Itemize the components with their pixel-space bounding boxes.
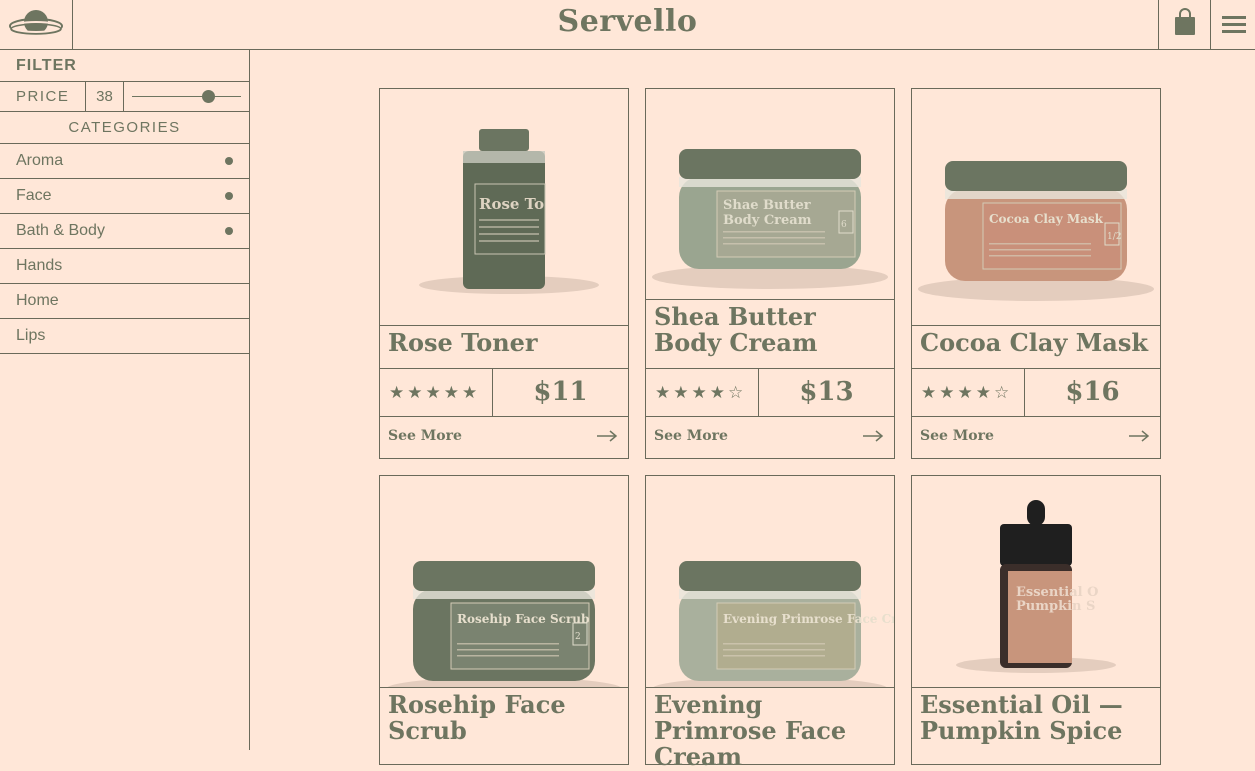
category-label: Lips: [16, 327, 46, 344]
hamburger-menu-icon: [1222, 16, 1246, 33]
product-image-area[interactable]: Rosehip Face Scrub 2: [380, 476, 628, 687]
product-card[interactable]: Essential O Pumpkin S Essential Oil — Pump…: [911, 475, 1161, 765]
shopping-bag-icon: [1175, 8, 1195, 35]
filter-title: FILTER: [16, 57, 77, 74]
price-filter: PRICE 38: [0, 81, 249, 112]
svg-text:Pumpkin S: Pumpkin S: [1016, 599, 1095, 614]
svg-text:Cocoa Clay Mask: Cocoa Clay Mask: [989, 212, 1104, 226]
category-label: Home: [16, 292, 59, 309]
product-name[interactable]: Evening Primrose Face Cream: [646, 687, 894, 770]
product-name[interactable]: Shea Butter Body Cream: [646, 299, 894, 368]
product-meta: ★★★★★ $11: [380, 368, 628, 417]
see-more-link[interactable]: See More: [646, 417, 894, 457]
top-header: Servello: [0, 0, 1255, 50]
category-item-bath-body[interactable]: Bath & Body: [0, 214, 249, 249]
category-label: Face: [16, 187, 52, 204]
see-more-label: See More: [388, 428, 462, 444]
product-image-area[interactable]: Shae Butter Body Cream 6: [646, 89, 894, 299]
svg-text:6: 6: [841, 220, 847, 230]
product-card[interactable]: Rose To Rose Toner ★★★★★ $11 See More: [379, 88, 629, 459]
price-value: 38: [85, 82, 124, 111]
price-label: PRICE: [16, 88, 70, 105]
arrow-right-icon: [597, 430, 618, 442]
category-active-dot: [225, 227, 233, 235]
category-active-dot: [225, 157, 233, 165]
arrow-right-icon: [863, 430, 884, 442]
cart-button[interactable]: [1158, 0, 1210, 49]
category-item-hands[interactable]: Hands: [0, 249, 249, 284]
svg-text:Rose To: Rose To: [479, 195, 544, 213]
svg-text:1/2: 1/2: [1107, 232, 1121, 242]
product-price: $16: [1024, 369, 1160, 416]
category-item-lips[interactable]: Lips: [0, 319, 249, 354]
categories-heading: CATEGORIES: [0, 112, 249, 144]
product-price: $11: [492, 369, 628, 416]
svg-text:Evening Primrose Face Cr: Evening Primrose Face Cr: [723, 612, 894, 626]
svg-text:2: 2: [575, 632, 581, 642]
svg-text:Body Cream: Body Cream: [723, 213, 812, 228]
product-name[interactable]: Cocoa Clay Mask: [912, 325, 1160, 368]
rating-stars: ★★★★★: [389, 383, 481, 402]
product-meta: ★★★★☆ $16: [912, 368, 1160, 417]
product-image-area[interactable]: Cocoa Clay Mask 1/2: [912, 89, 1160, 325]
product-card[interactable]: Evening Primrose Face Cr Evening Primrose…: [645, 475, 895, 770]
category-item-face[interactable]: Face: [0, 179, 249, 214]
product-card[interactable]: Shae Butter Body Cream 6 Shea Butter Body C…: [645, 88, 895, 459]
price-slider-thumb[interactable]: [202, 90, 216, 103]
category-item-aroma[interactable]: Aroma: [0, 144, 249, 179]
category-item-home[interactable]: Home: [0, 284, 249, 319]
product-price: $13: [758, 369, 894, 416]
product-image: Essential OPumpkin S: [956, 500, 1116, 673]
svg-text:Rosehip Face Scrub: Rosehip Face Scrub: [457, 612, 589, 626]
see-more-label: See More: [654, 428, 728, 444]
arrow-right-icon: [1129, 430, 1150, 442]
product-image: Rosehip Face Scrub 2: [387, 561, 621, 687]
product-meta: ★★★★☆ $13: [646, 368, 894, 417]
see-more-link[interactable]: See More: [912, 417, 1160, 457]
category-label: Bath & Body: [16, 222, 105, 239]
svg-text:Essential O: Essential O: [1016, 585, 1098, 600]
product-image-area[interactable]: Essential O Pumpkin S: [912, 476, 1160, 687]
product-image: Shae ButterBody Cream 6: [652, 149, 888, 289]
product-image: Rose To: [419, 129, 599, 294]
price-slider-track[interactable]: [132, 96, 241, 97]
rating-stars: ★★★★☆: [655, 383, 747, 402]
menu-button[interactable]: [1210, 0, 1255, 49]
product-image: Evening Primrose Face Cr: [653, 561, 894, 687]
rating-stars: ★★★★☆: [921, 383, 1013, 402]
category-label: Aroma: [16, 152, 64, 169]
product-name[interactable]: Rose Toner: [380, 325, 628, 368]
product-name[interactable]: Rosehip Face Scrub: [380, 687, 628, 767]
category-active-dot: [225, 192, 233, 200]
product-card[interactable]: Rosehip Face Scrub 2 Rosehip Face Scrub: [379, 475, 629, 765]
filter-sidebar: FILTER PRICE 38 CATEGORIES Aroma Face Bath…: [0, 50, 250, 750]
product-image: Cocoa Clay Mask1/2: [918, 161, 1154, 301]
product-name[interactable]: Essential Oil — Pumpkin Spice: [912, 687, 1160, 767]
category-label: Hands: [16, 257, 63, 274]
brand-title[interactable]: Servello: [0, 4, 1255, 39]
product-image-area[interactable]: Evening Primrose Face Cr: [646, 476, 894, 687]
product-card[interactable]: Cocoa Clay Mask 1/2 Cocoa Clay Mask ★★★★☆ $1…: [911, 88, 1161, 459]
see-more-label: See More: [920, 428, 994, 444]
see-more-link[interactable]: See More: [380, 417, 628, 457]
product-image-area[interactable]: Rose To: [380, 89, 628, 325]
svg-text:Shae Butter: Shae Butter: [723, 198, 811, 213]
